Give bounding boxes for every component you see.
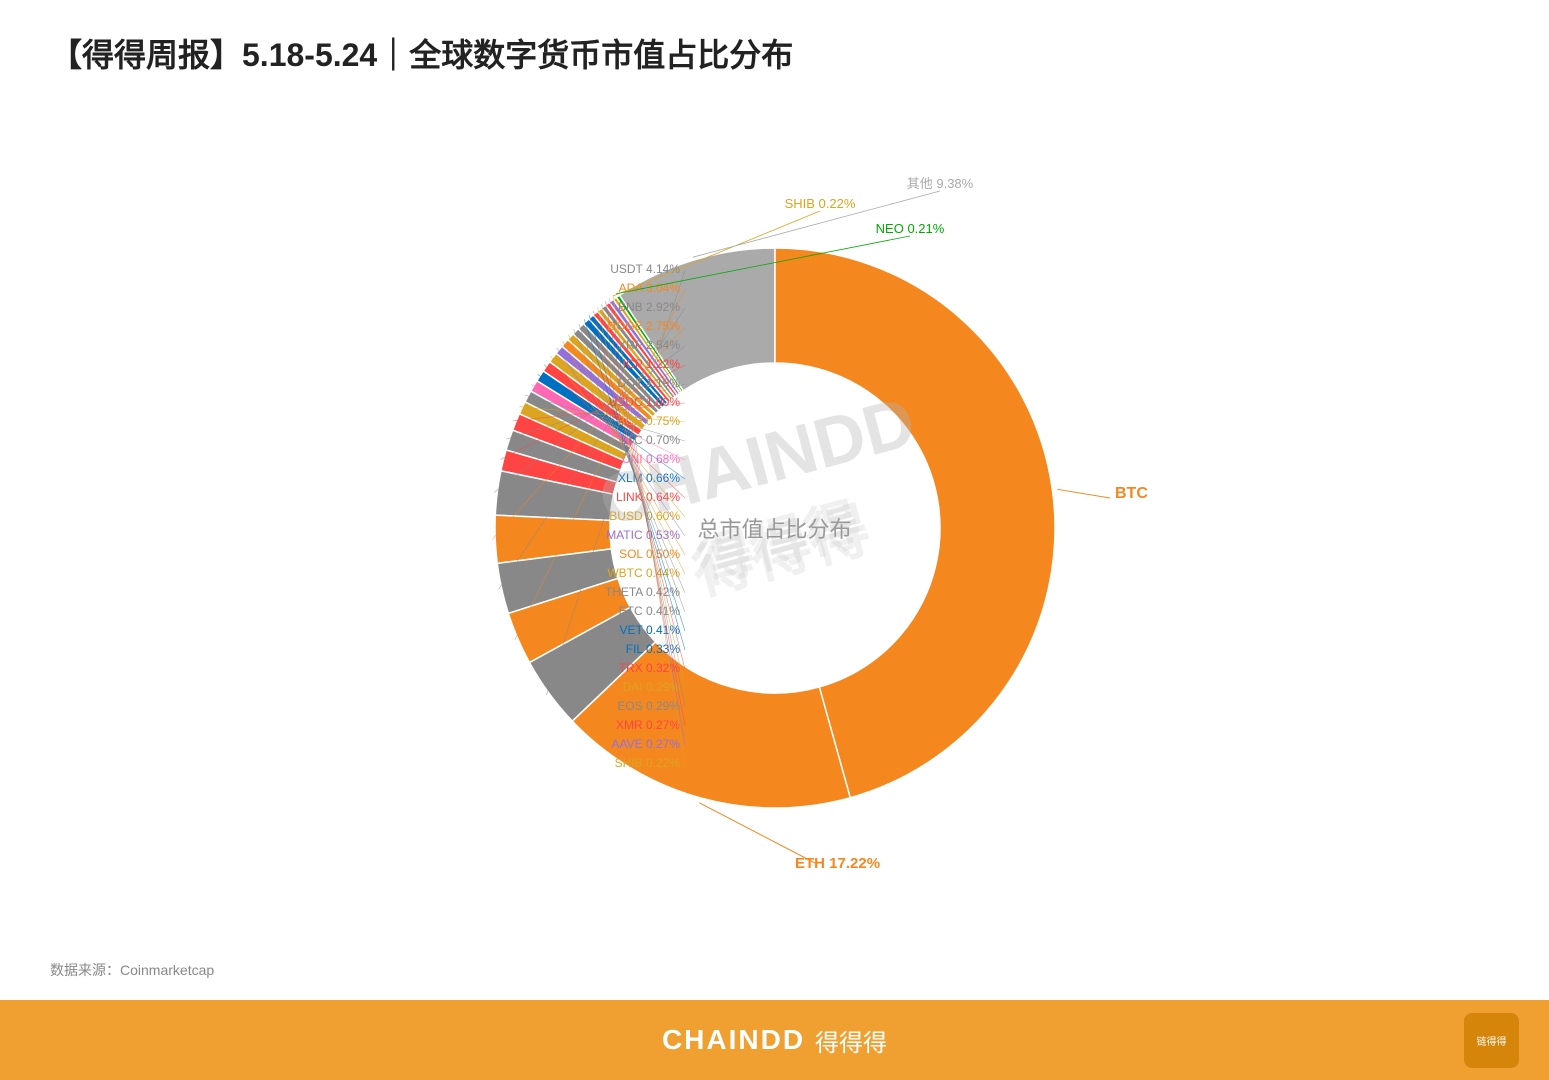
svg-text:ETC 0.41%: ETC 0.41% [618, 604, 680, 618]
svg-text:BNB 2.92%: BNB 2.92% [617, 300, 679, 314]
donut-svg: CHAINDD 得得得 BTC 45.67%ETH 17.22%USDT 4.1… [400, 153, 1150, 903]
svg-text:EOS 0.29%: EOS 0.29% [617, 699, 680, 713]
footer-icon: 链得得 [1464, 1013, 1519, 1068]
svg-text:XMR 0.27%: XMR 0.27% [615, 718, 679, 732]
svg-text:BTC 45.67%: BTC 45.67% [1115, 485, 1150, 502]
svg-text:SOL 0.50%: SOL 0.50% [619, 547, 680, 561]
svg-text:NEO 0.21%: NEO 0.21% [875, 221, 944, 236]
svg-text:SHIB 0.22%: SHIB 0.22% [784, 196, 855, 211]
page-title: 【得得周报】5.18-5.24｜全球数字货币市值占比分布 [50, 30, 1499, 76]
svg-text:DAI 0.29%: DAI 0.29% [622, 680, 680, 694]
svg-text:ETH 17.22%: ETH 17.22% [795, 855, 880, 872]
svg-text:VET 0.41%: VET 0.41% [619, 623, 680, 637]
footer-icon-text: 链得得 [1477, 1033, 1507, 1048]
svg-text:AAVE 0.27%: AAVE 0.27% [611, 737, 680, 751]
svg-text:WBTC 0.44%: WBTC 0.44% [607, 566, 680, 580]
svg-text:THETA 0.42%: THETA 0.42% [604, 585, 679, 599]
data-source: 数据来源：Coinmarketcap [50, 960, 1499, 980]
donut-chart-wrapper: CHAINDD 得得得 BTC 45.67%ETH 17.22%USDT 4.1… [400, 153, 1150, 903]
footer-brand-sub: 得得得 [815, 1023, 887, 1058]
svg-text:其他 9.38%: 其他 9.38% [906, 176, 973, 191]
content-area: 【得得周报】5.18-5.24｜全球数字货币市值占比分布 CHAINDD 得得得… [0, 0, 1549, 1000]
footer-brand: CHAINDD [662, 1024, 805, 1056]
main-container: 【得得周报】5.18-5.24｜全球数字货币市值占比分布 CHAINDD 得得得… [0, 0, 1549, 1080]
svg-text:USDT 4.14%: USDT 4.14% [610, 262, 680, 276]
svg-text:SHIB 0.22%: SHIB 0.22% [614, 756, 680, 770]
chart-section: CHAINDD 得得得 BTC 45.67%ETH 17.22%USDT 4.1… [50, 106, 1499, 950]
footer: CHAINDD 得得得 链得得 [0, 1000, 1549, 1080]
svg-text:XRP 2.54%: XRP 2.54% [618, 338, 680, 352]
svg-text:ICP 1.22%: ICP 1.22% [622, 357, 679, 371]
